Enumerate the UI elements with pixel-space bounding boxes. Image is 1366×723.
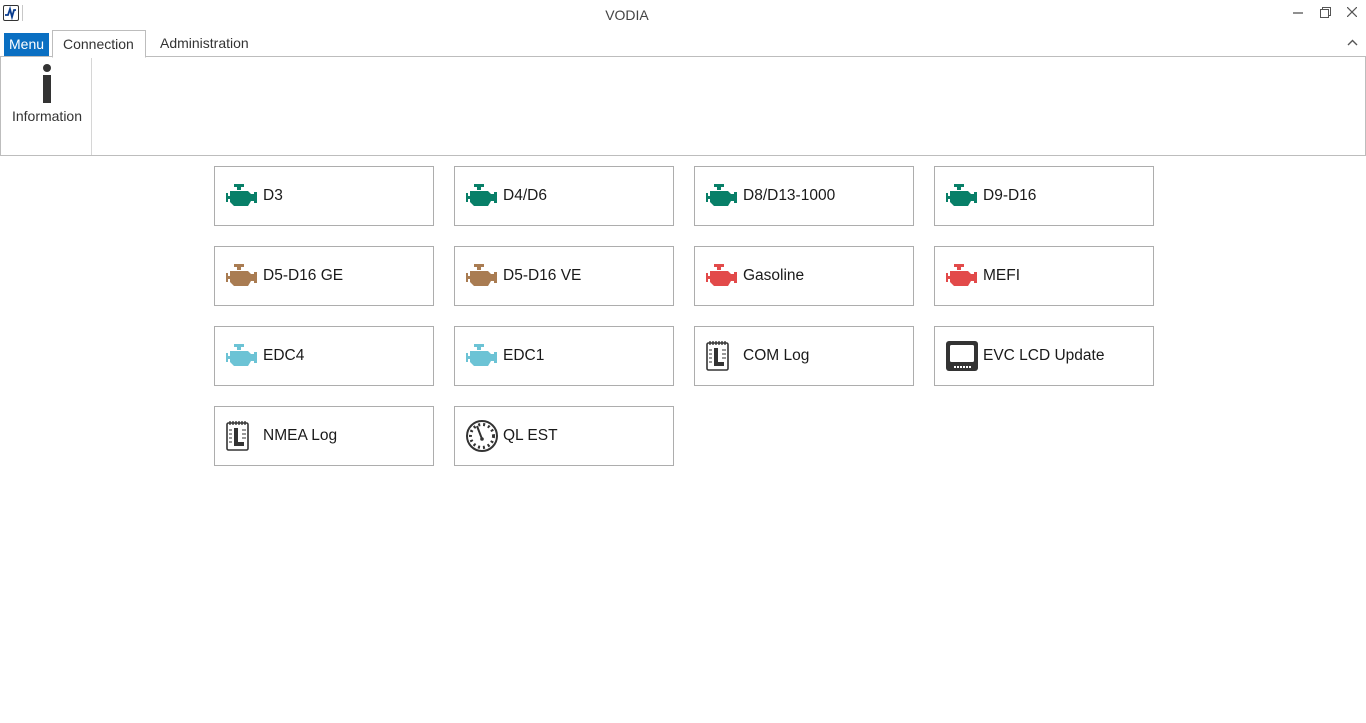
- close-icon: [1347, 7, 1357, 17]
- tile-label: NMEA Log: [263, 427, 338, 444]
- engine-icon: [225, 261, 261, 291]
- tab-administration[interactable]: Administration: [152, 30, 257, 57]
- ribbon-tabs: Menu Connection Administration: [0, 30, 1366, 58]
- tile-d5-d16-ve[interactable]: D5-D16 VE: [454, 246, 674, 306]
- collapse-ribbon-button[interactable]: [1344, 34, 1360, 50]
- engine-icon: [225, 181, 261, 211]
- tile-d3[interactable]: D3: [214, 166, 434, 226]
- tile-label: EDC1: [503, 347, 545, 364]
- information-button[interactable]: Information: [5, 61, 89, 131]
- tile-label: D9-D16: [983, 187, 1037, 204]
- gauge-icon: [465, 420, 501, 452]
- tab-menu[interactable]: Menu: [4, 33, 49, 56]
- engine-icon: [225, 341, 261, 371]
- lcd-display-icon: [945, 341, 981, 371]
- tile-label: EDC4: [263, 347, 305, 364]
- log-notepad-icon: [225, 421, 261, 451]
- tile-com-log[interactable]: COM Log: [694, 326, 914, 386]
- tile-label: D8/D13-1000: [743, 187, 836, 204]
- tile-edc4[interactable]: EDC4: [214, 326, 434, 386]
- chevron-up-icon: [1347, 39, 1357, 45]
- ribbon-panel: Information: [0, 56, 1366, 156]
- tile-label: MEFI: [983, 267, 1021, 284]
- tile-evc-lcd-update[interactable]: EVC LCD Update: [934, 326, 1154, 386]
- tile-gasoline[interactable]: Gasoline: [694, 246, 914, 306]
- restore-icon: [1319, 6, 1331, 18]
- tile-ql-est[interactable]: QL EST: [454, 406, 674, 466]
- tile-label: Gasoline: [743, 267, 805, 284]
- minimize-button[interactable]: [1283, 0, 1313, 24]
- tab-connection[interactable]: Connection: [52, 30, 146, 58]
- engine-icon: [945, 181, 981, 211]
- tile-mefi[interactable]: MEFI: [934, 246, 1154, 306]
- engine-icon: [465, 181, 501, 211]
- log-notepad-icon: [705, 341, 741, 371]
- ribbon-group-information: Information: [1, 57, 92, 155]
- engine-icon: [465, 261, 501, 291]
- tile-label: EVC LCD Update: [983, 347, 1105, 364]
- restore-button[interactable]: [1310, 0, 1340, 24]
- engine-icon: [945, 261, 981, 291]
- tile-label: D3: [263, 187, 283, 204]
- window-title: VODIA: [605, 7, 649, 23]
- tile-d9-d16[interactable]: D9-D16: [934, 166, 1154, 226]
- tile-label: D5-D16 VE: [503, 267, 582, 284]
- tile-d4-d6[interactable]: D4/D6: [454, 166, 674, 226]
- minimize-icon: [1293, 12, 1303, 14]
- tile-d5-d16-ge[interactable]: D5-D16 GE: [214, 246, 434, 306]
- engine-icon: [705, 261, 741, 291]
- tile-edc1[interactable]: EDC1: [454, 326, 674, 386]
- tile-label: D4/D6: [503, 187, 547, 204]
- information-label: Information: [11, 108, 83, 124]
- tile-label: QL EST: [503, 427, 558, 444]
- engine-icon: [705, 181, 741, 211]
- tile-label: D5-D16 GE: [263, 267, 344, 284]
- tile-d8-d13-1000[interactable]: D8/D13-1000: [694, 166, 914, 226]
- close-button[interactable]: [1337, 0, 1366, 24]
- title-bar: VODIA: [0, 0, 1366, 30]
- tile-nmea-log[interactable]: NMEA Log: [214, 406, 434, 466]
- engine-icon: [465, 341, 501, 371]
- information-icon: [41, 61, 53, 103]
- tile-label: COM Log: [743, 347, 810, 364]
